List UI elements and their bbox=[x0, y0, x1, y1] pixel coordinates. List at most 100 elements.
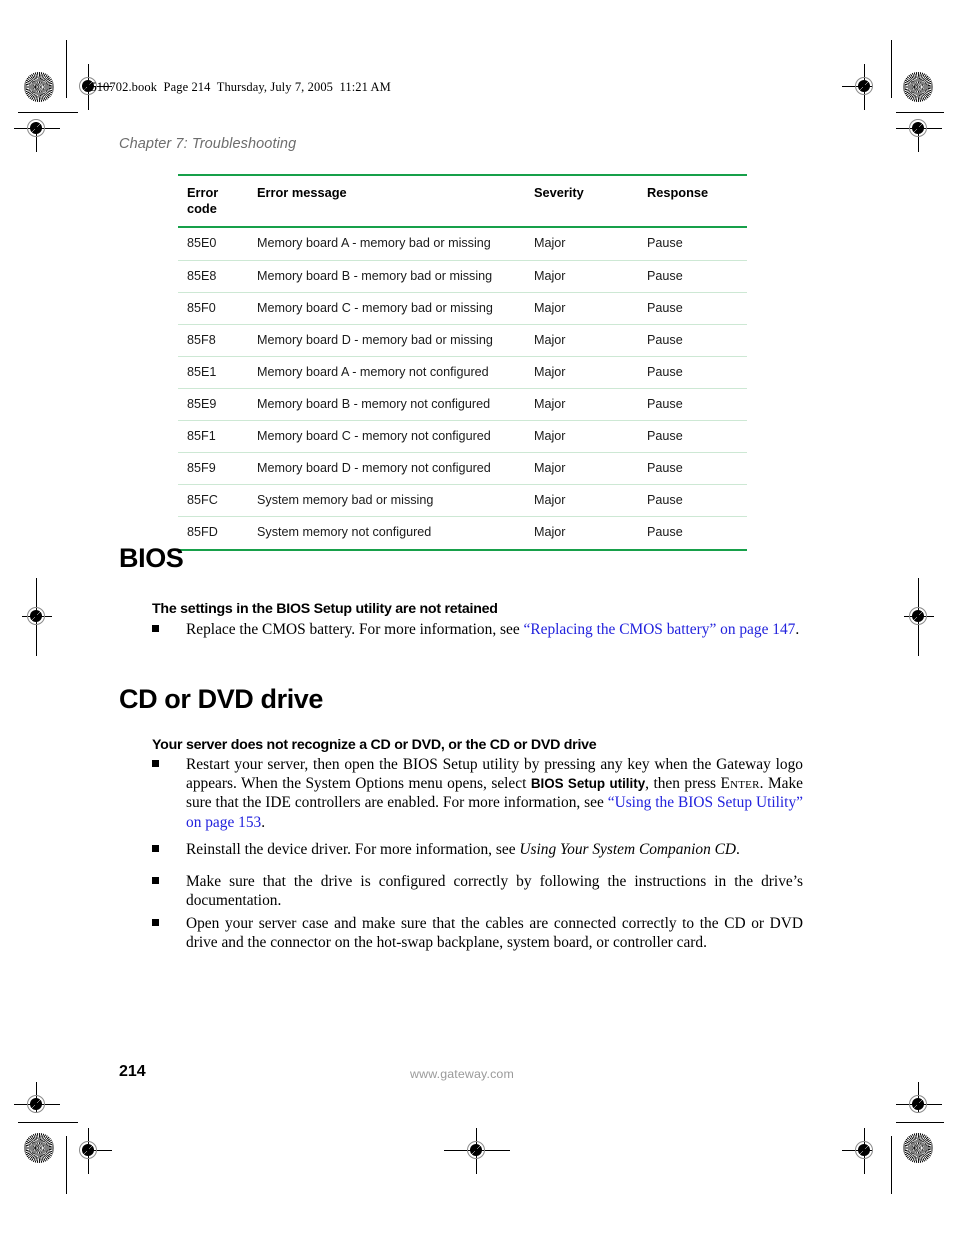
cell-error-code: 85F1 bbox=[178, 420, 257, 454]
cell-severity: Major bbox=[534, 292, 647, 325]
column-header-error-message: Error message bbox=[257, 173, 534, 229]
page-number: 214 bbox=[119, 1063, 146, 1080]
bullet-text-lead: Replace the CMOS battery. For more infor… bbox=[186, 621, 524, 638]
registration-mark-upper-right bbox=[896, 106, 942, 152]
cell-severity: Major bbox=[534, 484, 647, 518]
italic-title-system-companion-cd: Using Your System Companion CD bbox=[519, 841, 737, 858]
cell-error-message: Memory board A - memory not configured bbox=[257, 356, 534, 390]
table-row: 85F1 Memory board C - memory not configu… bbox=[178, 420, 747, 454]
registration-mark-upper-left bbox=[14, 106, 60, 152]
table-row: 85FD System memory not configured Major … bbox=[178, 516, 747, 551]
cell-error-code: 85F8 bbox=[178, 324, 257, 357]
key-name-enter: Enter bbox=[720, 775, 760, 793]
cell-error-code: 85E1 bbox=[178, 356, 257, 390]
bullet-marker-icon bbox=[152, 625, 159, 632]
table-body: 85E0 Memory board A - memory bad or miss… bbox=[178, 227, 747, 551]
cell-error-message: Memory board A - memory bad or missing bbox=[257, 227, 534, 261]
cell-error-message: Memory board B - memory not configured bbox=[257, 388, 534, 422]
crop-line-top-right-vertical bbox=[891, 40, 892, 98]
table-row: 85E9 Memory board B - memory not configu… bbox=[178, 388, 747, 422]
cell-response: Pause bbox=[647, 516, 747, 551]
cross-reference-link-cmos-battery[interactable]: “Replacing the CMOS battery” on page 147 bbox=[524, 621, 796, 638]
cell-error-message: Memory board C - memory bad or missing bbox=[257, 292, 534, 325]
subheading-bios-settings-not-retained: The settings in the BIOS Setup utility a… bbox=[152, 601, 498, 617]
bullet-bios-cmos-battery: Replace the CMOS battery. For more infor… bbox=[152, 620, 803, 639]
bullet-text: Open your server case and make sure that… bbox=[186, 915, 803, 952]
cell-response: Pause bbox=[647, 388, 747, 422]
bullet-text-part2: . bbox=[736, 841, 740, 858]
cell-response: Pause bbox=[647, 324, 747, 357]
cell-severity: Major bbox=[534, 356, 647, 390]
registration-mark-mid-left bbox=[14, 578, 60, 656]
cell-response: Pause bbox=[647, 227, 747, 261]
table-row: 85E0 Memory board A - memory bad or miss… bbox=[178, 227, 747, 261]
section-heading-cd-or-dvd-drive: CD or DVD drive bbox=[119, 684, 324, 714]
bullet-marker-icon bbox=[152, 919, 159, 926]
error-code-table: Error code Error message Severity Respon… bbox=[178, 173, 747, 551]
registration-mark-mid-right bbox=[896, 578, 942, 656]
bullet-drive-configured-correctly: Make sure that the drive is configured c… bbox=[152, 872, 803, 910]
cell-severity: Major bbox=[534, 324, 647, 357]
registration-mark-bottom-right bbox=[842, 1128, 888, 1174]
crop-line-top-left-vertical bbox=[66, 40, 67, 98]
bullet-marker-icon bbox=[152, 877, 159, 884]
cell-response: Pause bbox=[647, 452, 747, 486]
cell-error-message: System memory not configured bbox=[257, 516, 534, 551]
bullet-text-part2: , then press bbox=[645, 775, 721, 793]
crop-line-upper-left-horizontal bbox=[18, 112, 78, 113]
cell-error-code: 85E0 bbox=[178, 227, 257, 261]
subheading-server-does-not-recognize-cd-dvd: Your server does not recognize a CD or D… bbox=[152, 737, 597, 753]
cell-error-code: 85F0 bbox=[178, 292, 257, 325]
bullet-text-tail: . bbox=[795, 621, 800, 638]
document-page: 8510702.book Page 214 Thursday, July 7, … bbox=[0, 0, 954, 1235]
cell-error-message: Memory board C - memory not configured bbox=[257, 420, 534, 454]
bullet-marker-icon bbox=[152, 760, 159, 767]
table-row: 85FC System memory bad or missing Major … bbox=[178, 484, 747, 518]
registration-mark-lower-left bbox=[14, 1082, 60, 1128]
star-target-top-left bbox=[24, 72, 54, 102]
table-row: 85F8 Memory board D - memory bad or miss… bbox=[178, 324, 747, 357]
bullet-open-server-case-cables: Open your server case and make sure that… bbox=[152, 914, 803, 952]
bold-term-bios-setup-utility: BIOS Setup utility bbox=[530, 776, 646, 792]
registration-mark-lower-right bbox=[896, 1082, 942, 1128]
column-header-severity: Severity bbox=[534, 173, 647, 229]
bullet-text-part1: Reinstall the device driver. For more in… bbox=[186, 841, 520, 858]
registration-mark-bottom-left bbox=[66, 1128, 112, 1174]
crop-line-lower-left-horizontal bbox=[18, 1122, 78, 1123]
cell-severity: Major bbox=[534, 260, 647, 293]
crop-line-bottom-left-vertical bbox=[66, 1136, 67, 1194]
cell-error-code: 85E9 bbox=[178, 388, 257, 422]
cell-response: Pause bbox=[647, 260, 747, 293]
cell-response: Pause bbox=[647, 484, 747, 518]
bullet-reinstall-device-driver: Reinstall the device driver. For more in… bbox=[152, 840, 807, 859]
book-info-line: 8510702.book Page 214 Thursday, July 7, … bbox=[84, 80, 391, 94]
cell-response: Pause bbox=[647, 356, 747, 390]
cell-severity: Major bbox=[534, 420, 647, 454]
crop-line-lower-right-horizontal bbox=[896, 1122, 944, 1123]
column-header-error-code: Error code bbox=[178, 173, 257, 229]
table-row: 85E8 Memory board B - memory bad or miss… bbox=[178, 260, 747, 293]
cell-error-code: 85FC bbox=[178, 484, 257, 518]
bullet-restart-server: Restart your server, then open the BIOS … bbox=[152, 755, 803, 832]
table-row: 85F0 Memory board C - memory bad or miss… bbox=[178, 292, 747, 325]
cell-error-message: Memory board D - memory bad or missing bbox=[257, 324, 534, 357]
table-row: 85E1 Memory board A - memory not configu… bbox=[178, 356, 747, 390]
bullet-text-part4: . bbox=[261, 813, 266, 831]
star-target-bottom-left bbox=[24, 1133, 54, 1163]
bullet-text: Make sure that the drive is configured c… bbox=[186, 873, 803, 910]
cell-response: Pause bbox=[647, 292, 747, 325]
bullet-marker-icon bbox=[152, 845, 159, 852]
cell-severity: Major bbox=[534, 227, 647, 261]
chapter-title: Chapter 7: Troubleshooting bbox=[119, 136, 297, 152]
cell-severity: Major bbox=[534, 452, 647, 486]
cell-error-code: 85FD bbox=[178, 516, 257, 551]
cell-error-message: Memory board D - memory not configured bbox=[257, 452, 534, 486]
table-row: 85F9 Memory board D - memory not configu… bbox=[178, 452, 747, 486]
registration-mark-bottom-center bbox=[444, 1128, 510, 1174]
cell-error-code: 85F9 bbox=[178, 452, 257, 486]
table-header-row: Error code Error message Severity Respon… bbox=[178, 173, 747, 229]
cell-severity: Major bbox=[534, 516, 647, 551]
crop-line-bottom-right-vertical bbox=[891, 1136, 892, 1194]
crop-line-upper-right-horizontal bbox=[896, 112, 944, 113]
cell-error-message: System memory bad or missing bbox=[257, 484, 534, 518]
